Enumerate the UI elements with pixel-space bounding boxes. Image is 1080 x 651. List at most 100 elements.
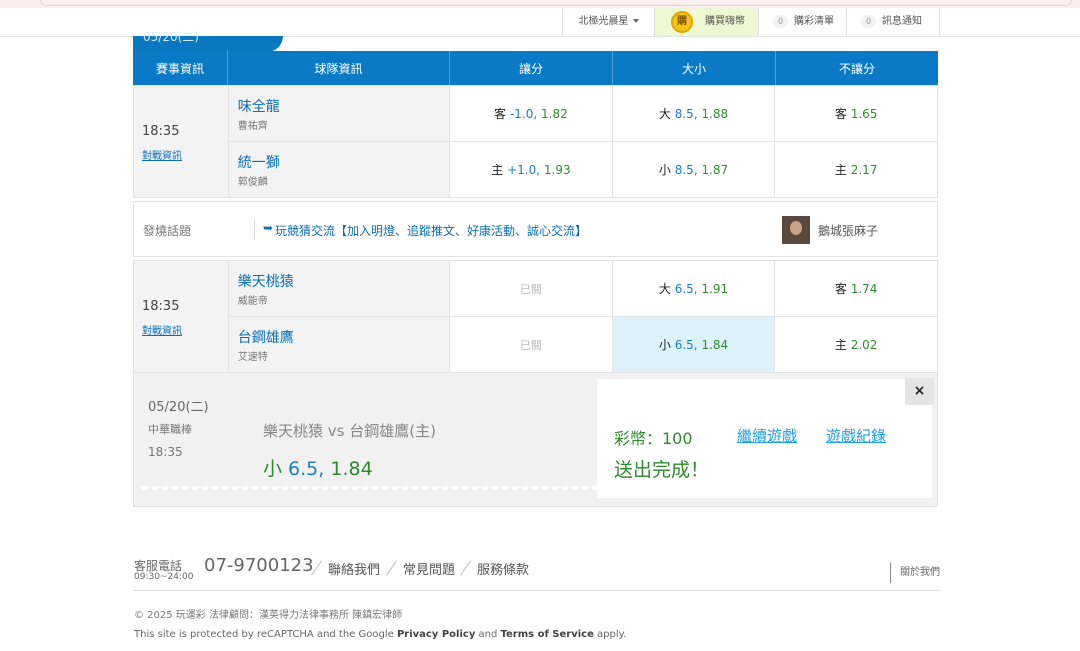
- user-menu[interactable]: 北極光晨星: [562, 8, 654, 36]
- away-team-cell: 味全龍 曹祐齊: [227, 85, 451, 142]
- footer-link-faq[interactable]: 常見問題: [403, 559, 455, 578]
- game-time-cell: 18:35 對戰資訊: [133, 260, 229, 373]
- buy-coins-button[interactable]: 購 購買嗨幣: [654, 8, 758, 36]
- recaptcha-and: and: [475, 629, 501, 640]
- continue-game-link[interactable]: 繼續遊戲: [737, 425, 797, 446]
- ticket-bet: 小 6.5, 1.84: [263, 454, 373, 481]
- moneyline-odds-away[interactable]: 客 1.65: [774, 85, 938, 142]
- closed-label: 已關: [519, 338, 542, 352]
- ml-side: 主: [834, 338, 847, 352]
- spread-side: 主: [491, 163, 504, 177]
- matchup-info-link[interactable]: 對戰資訊: [142, 322, 182, 337]
- home-pitcher: 郭俊麟: [237, 177, 268, 188]
- ml-odds-value: 1.65: [850, 107, 878, 121]
- confirmation-result: 彩幣：100 繼續遊戲 遊戲紀錄 送出完成！: [597, 379, 932, 498]
- moneyline-odds-away[interactable]: 客 1.74: [774, 260, 938, 317]
- odds-table-header: 賽事資訊 球隊資訊 讓分 大小 不讓分: [133, 51, 938, 85]
- spread-odds-away[interactable]: 客 -1.0, 1.82: [449, 85, 613, 142]
- ticket-date: 05/20(二): [148, 400, 209, 415]
- ou-odds-value: 1.91: [701, 282, 729, 296]
- coins-amount: 彩幣：100: [614, 429, 693, 448]
- buy-coins-label: 購買嗨幣: [705, 16, 745, 27]
- spread-side: 客: [494, 107, 507, 121]
- ou-odds-over[interactable]: 大 8.5, 1.88: [611, 85, 776, 142]
- submit-status: 送出完成！: [614, 459, 710, 481]
- spread-odds-home[interactable]: 主 +1.0, 1.93: [449, 141, 613, 198]
- top-strip: [0, 0, 1080, 8]
- bet-line: 6.5,: [288, 458, 325, 480]
- footer-link-about[interactable]: 關於我們: [890, 563, 940, 583]
- ticket-matchup: 樂天桃猿 vs 台鋼雄鷹(主): [263, 422, 436, 440]
- bet-ticket: 05/20(二) 中華職棒 18:35 樂天桃猿 vs 台鋼雄鷹(主) 小 6.…: [140, 379, 597, 492]
- away-pitcher: 威能帝: [237, 296, 268, 307]
- cart-count-badge: 0: [773, 14, 788, 28]
- divider: [385, 560, 398, 576]
- home-team-name[interactable]: 台鋼雄鷹: [238, 327, 294, 347]
- game-row: 18:35 對戰資訊 樂天桃猿 威能帝 已關 大 6.5, 1.91 客 1.7…: [133, 260, 938, 373]
- terms-of-service-link[interactable]: Terms of Service: [501, 629, 594, 640]
- date-tab[interactable]: 05/20(二): [133, 30, 283, 52]
- hot-topic-link[interactable]: 玩競猜交流【加入明燈、追蹤推文、好康活動、誠心交流】: [275, 222, 587, 239]
- game-time-cell: 18:35 對戰資訊: [133, 85, 229, 198]
- header-team-info: 球隊資訊: [227, 51, 450, 85]
- ml-odds-value: 2.17: [850, 163, 878, 177]
- ticket-zigzag-edge: [140, 486, 597, 494]
- ou-side: 小: [658, 338, 671, 352]
- bet-cart-button[interactable]: 0 購彩清單: [758, 8, 846, 36]
- ou-line: 6.5: [674, 338, 694, 352]
- footer-link-terms[interactable]: 服務條款: [477, 559, 529, 578]
- away-team-name[interactable]: 味全龍: [238, 96, 280, 116]
- close-button[interactable]: ×: [905, 378, 934, 405]
- ml-side: 客: [834, 107, 847, 121]
- recaptcha-apply: apply.: [593, 629, 627, 640]
- ou-odds-under-selected[interactable]: 小 6.5, 1.84: [611, 316, 776, 373]
- ml-side: 客: [834, 282, 847, 296]
- spread-handicap: -1.0: [509, 107, 534, 121]
- ml-odds-value: 1.74: [850, 282, 878, 296]
- copyright: © 2025 玩運彩 法律顧問：漢英得力法律事務所 陳鎮宏律師: [134, 610, 403, 621]
- home-team-cell: 台鋼雄鷹 艾速特: [227, 316, 451, 373]
- game-time: 18:35: [142, 299, 180, 314]
- hot-topic-bar: 發燒話題 ➥ 玩競猜交流【加入明燈、追蹤推文、好康活動、誠心交流】 鵝城張麻子: [133, 201, 938, 257]
- moneyline-odds-home[interactable]: 主 2.02: [774, 316, 938, 373]
- ou-odds-under[interactable]: 小 8.5, 1.87: [611, 141, 776, 198]
- divider: [459, 560, 472, 576]
- header-spread: 讓分: [449, 51, 613, 85]
- ou-odds-over[interactable]: 大 6.5, 1.91: [611, 260, 776, 317]
- home-team-name[interactable]: 統一獅: [238, 152, 280, 172]
- moneyline-odds-home[interactable]: 主 2.17: [774, 141, 938, 198]
- footer-link-contact[interactable]: 聯絡我們: [328, 559, 380, 578]
- header-moneyline: 不讓分: [775, 51, 938, 85]
- ou-line: 6.5: [674, 282, 694, 296]
- bet-odds: 1.84: [324, 458, 373, 480]
- matchup-info-link[interactable]: 對戰資訊: [142, 147, 182, 162]
- privacy-policy-link[interactable]: Privacy Policy: [397, 629, 475, 640]
- bet-confirmation-panel: 05/20(二) 中華職棒 18:35 樂天桃猿 vs 台鋼雄鷹(主) 小 6.…: [133, 372, 938, 507]
- ou-odds-value: 1.84: [701, 338, 729, 352]
- avatar[interactable]: [782, 216, 810, 244]
- spread-closed-away: 已關: [449, 260, 613, 317]
- service-phone: 07-9700123: [204, 555, 314, 576]
- footer-divider: [133, 590, 940, 591]
- arrow-icon: ➥: [263, 221, 274, 235]
- spread-handicap: +1.0: [507, 163, 537, 177]
- home-pitcher: 艾速特: [237, 352, 268, 363]
- ou-side: 小: [658, 163, 671, 177]
- user-name: 北極光晨星: [578, 16, 629, 27]
- notification-button[interactable]: 0 訊息通知: [846, 8, 940, 36]
- ticket-time: 18:35: [148, 445, 183, 459]
- ml-odds-value: 2.02: [850, 338, 878, 352]
- topic-author[interactable]: 鵝城張麻子: [818, 222, 878, 239]
- ou-side: 大: [658, 282, 671, 296]
- ou-line: 8.5: [674, 163, 694, 177]
- header-over-under: 大小: [612, 51, 776, 85]
- game-history-link[interactable]: 遊戲紀錄: [826, 425, 886, 446]
- header-match-info: 賽事資訊: [133, 51, 228, 85]
- notice-count-badge: 0: [861, 14, 876, 28]
- ou-line: 8.5: [674, 107, 694, 121]
- closed-label: 已關: [519, 282, 542, 296]
- away-team-name[interactable]: 樂天桃猿: [238, 271, 294, 291]
- ou-odds-value: 1.88: [701, 107, 729, 121]
- away-team-cell: 樂天桃猿 威能帝: [227, 260, 451, 317]
- spread-closed-home: 已關: [449, 316, 613, 373]
